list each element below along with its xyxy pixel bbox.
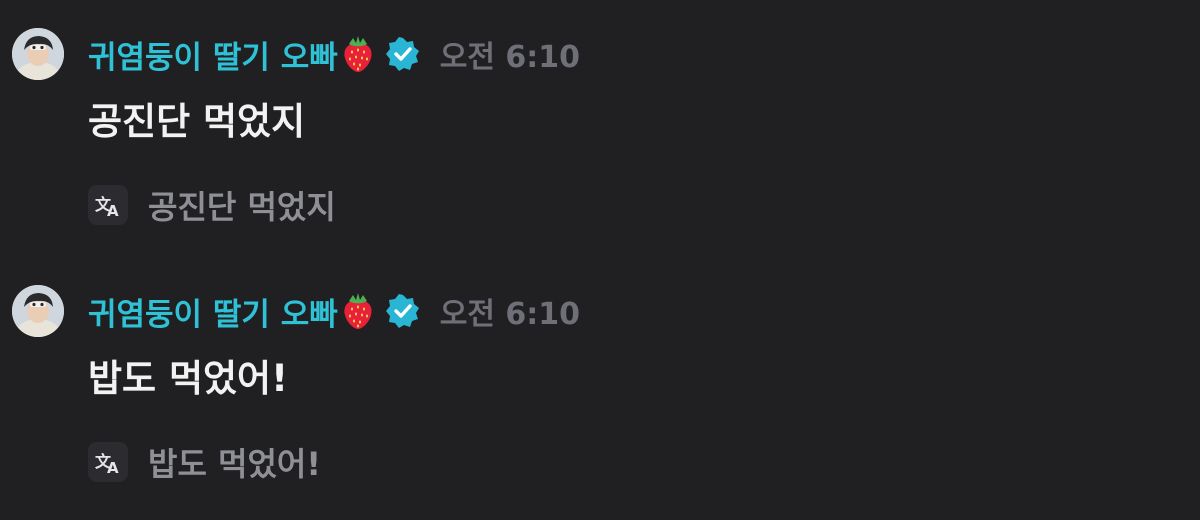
strawberry-icon: [340, 291, 376, 331]
verified-badge-icon: [385, 294, 420, 328]
svg-text:A: A: [107, 459, 119, 477]
verified-badge-icon: [385, 37, 420, 71]
svg-text:A: A: [107, 202, 119, 220]
translation-text: 밥도 먹었어!: [148, 445, 321, 483]
author-name[interactable]: 귀염둥이 딸기 오빠: [88, 32, 338, 77]
translate-icon[interactable]: 文 A: [88, 442, 128, 482]
chat-message: 귀염둥이 딸기 오빠 오전 6:10 공진단 먹었지 文 A 공진단 먹었지: [0, 0, 1200, 250]
translation-text: 공진단 먹었지: [148, 188, 336, 226]
chat-message: 귀염둥이 딸기 오빠 오전 6:10 밥도 먹었어! 文 A 밥도 먹었어!: [0, 257, 1200, 507]
avatar[interactable]: [12, 28, 64, 80]
timestamp: 오전 6:10: [439, 297, 581, 332]
message-text: 밥도 먹었어!: [88, 357, 288, 400]
message-text: 공진단 먹었지: [88, 100, 306, 143]
author-name[interactable]: 귀염둥이 딸기 오빠: [88, 289, 338, 334]
timestamp: 오전 6:10: [439, 40, 581, 75]
strawberry-icon: [340, 34, 376, 74]
message-header: 귀염둥이 딸기 오빠 오전 6:10: [88, 287, 580, 335]
translation-row: 文 A 밥도 먹었어!: [88, 437, 321, 487]
message-header: 귀염둥이 딸기 오빠 오전 6:10: [88, 30, 580, 78]
translate-icon[interactable]: 文 A: [88, 185, 128, 225]
avatar[interactable]: [12, 285, 64, 337]
translation-row: 文 A 공진단 먹었지: [88, 180, 336, 230]
